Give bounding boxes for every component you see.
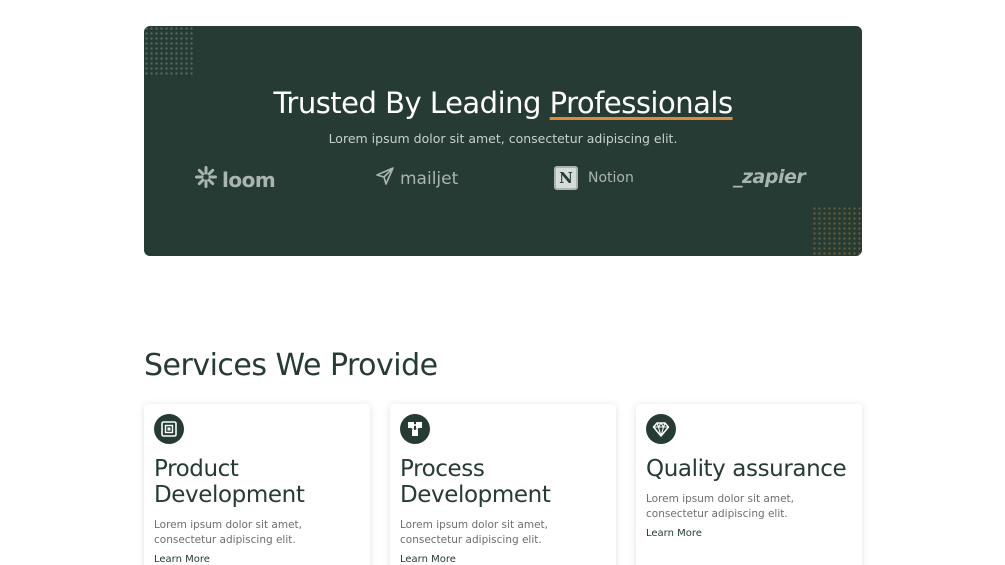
page: Trusted By Leading Professionals Lorem i… xyxy=(0,0,1005,565)
dot-pattern-decoration xyxy=(144,26,194,76)
banner-title-highlight: Professionals xyxy=(549,86,733,120)
notion-n-icon: N xyxy=(554,166,578,190)
card-description: Lorem ipsum dolor sit amet, consectetur … xyxy=(154,519,302,546)
card-title: Product Development xyxy=(154,456,305,508)
loom-burst-icon xyxy=(195,166,222,193)
trusted-banner: Trusted By Leading Professionals Lorem i… xyxy=(144,26,862,256)
zapier-logo: _zapier xyxy=(733,166,806,188)
notion-wordmark: Notion xyxy=(588,170,634,186)
loom-logo: loom xyxy=(195,166,276,193)
card-title: Quality assurance xyxy=(646,456,847,482)
diamond-icon xyxy=(646,414,676,444)
banner-title: Trusted By Leading Professionals xyxy=(144,86,862,120)
banner-subtitle: Lorem ipsum dolor sit amet, consectetur … xyxy=(328,131,678,146)
card-title: Process Development xyxy=(400,456,551,508)
loom-wordmark: loom xyxy=(222,167,276,192)
service-card-product-development: Product Development Lorem ipsum dolor si… xyxy=(144,404,370,565)
service-card-quality-assurance: Quality assurance Lorem ipsum dolor sit … xyxy=(636,404,862,565)
banner-title-prefix: Trusted By Leading xyxy=(273,86,550,120)
services-title: Services We Provide xyxy=(144,348,438,383)
partner-logos: loom mailjet N Notion _zapier xyxy=(144,166,862,196)
zapier-wordmark: _zapier xyxy=(733,166,806,188)
dot-pattern-decoration xyxy=(812,206,862,256)
network-nodes-icon xyxy=(400,414,430,444)
device-icon xyxy=(154,414,184,444)
card-description: Lorem ipsum dolor sit amet, consectetur … xyxy=(646,493,794,520)
learn-more-link[interactable]: Learn More xyxy=(646,528,852,539)
learn-more-link[interactable]: Learn More xyxy=(154,554,360,565)
learn-more-link[interactable]: Learn More xyxy=(400,554,606,565)
service-card-process-development: Process Development Lorem ipsum dolor si… xyxy=(390,404,616,565)
card-description: Lorem ipsum dolor sit amet, consectetur … xyxy=(400,519,548,546)
paper-plane-icon xyxy=(375,166,400,191)
notion-logo: N Notion xyxy=(554,166,634,190)
mailjet-logo: mailjet xyxy=(375,166,458,191)
mailjet-wordmark: mailjet xyxy=(400,168,459,189)
